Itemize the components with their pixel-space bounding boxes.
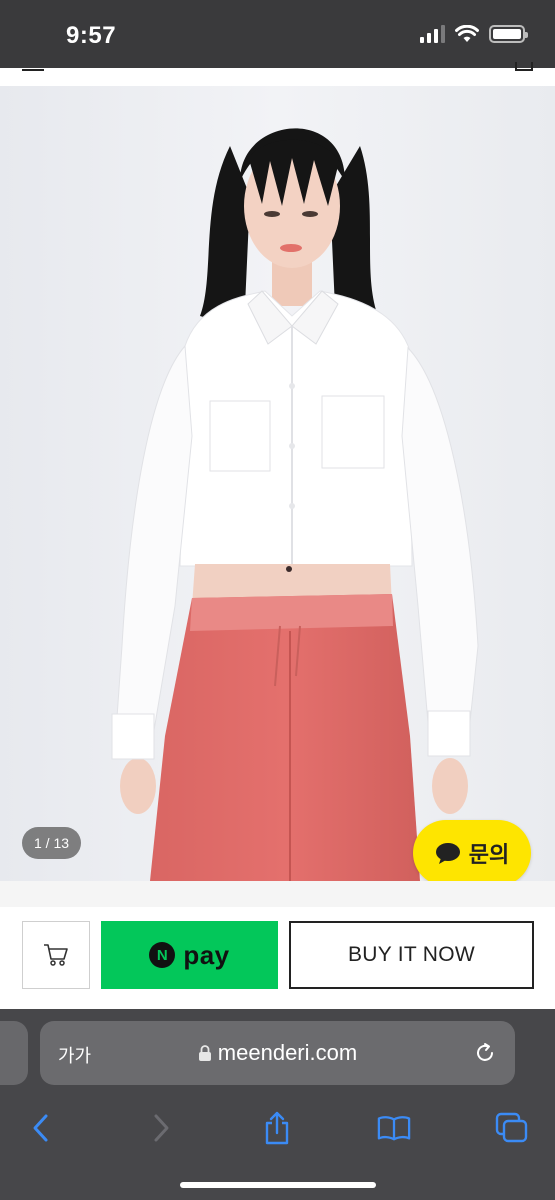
back-icon <box>33 1114 48 1142</box>
divider <box>0 881 555 907</box>
image-counter: 1 / 13 <box>22 827 82 859</box>
lock-icon <box>198 1045 211 1061</box>
status-time: 9:57 <box>66 22 117 49</box>
share-icon <box>265 1111 289 1145</box>
back-button[interactable] <box>24 1111 58 1145</box>
menu-icon[interactable] <box>22 68 44 71</box>
home-indicator[interactable] <box>180 1182 376 1188</box>
share-button[interactable] <box>260 1111 294 1145</box>
bag-icon[interactable] <box>515 62 533 71</box>
browser-chrome: 가가 meenderi.com <box>0 1009 555 1200</box>
browser-toolbar <box>0 1097 555 1161</box>
tabs-button[interactable] <box>495 1111 529 1145</box>
cellular-signal-icon <box>420 25 445 43</box>
url-display[interactable]: meenderi.com <box>40 1021 515 1085</box>
screen: 9:57 1 / 13 문의 N pay BUY IT NOW 가가 meend… <box>0 0 555 1200</box>
naver-pay-button[interactable]: N pay <box>101 921 278 989</box>
status-bar: 9:57 <box>0 0 555 68</box>
bookmarks-button[interactable] <box>377 1111 411 1145</box>
chat-bubble-icon <box>435 843 460 864</box>
buy-it-now-button[interactable]: BUY IT NOW <box>289 921 534 989</box>
product-image[interactable] <box>0 86 555 881</box>
naver-pay-label: pay <box>183 939 230 970</box>
bookmarks-icon <box>377 1116 411 1141</box>
cart-icon <box>44 944 68 966</box>
forward-icon <box>154 1114 169 1142</box>
address-bar[interactable]: 가가 meenderi.com <box>40 1021 515 1085</box>
inquiry-chat-button[interactable]: 문의 <box>413 820 531 886</box>
reload-icon[interactable] <box>473 1041 497 1065</box>
purchase-bar: N pay BUY IT NOW <box>0 907 555 1009</box>
inquiry-label: 문의 <box>468 842 510 867</box>
page-header <box>0 62 555 86</box>
forward-button[interactable] <box>144 1111 178 1145</box>
tabs-icon <box>495 1112 528 1143</box>
wifi-icon <box>455 25 479 42</box>
url-text: meenderi.com <box>217 1040 358 1065</box>
status-icons <box>420 25 528 43</box>
battery-icon <box>489 25 528 43</box>
previous-tab-peek[interactable] <box>0 1021 28 1085</box>
add-to-cart-button[interactable] <box>22 921 90 989</box>
naver-pay-logo-mark: N <box>149 942 176 968</box>
model-photo <box>0 86 555 881</box>
